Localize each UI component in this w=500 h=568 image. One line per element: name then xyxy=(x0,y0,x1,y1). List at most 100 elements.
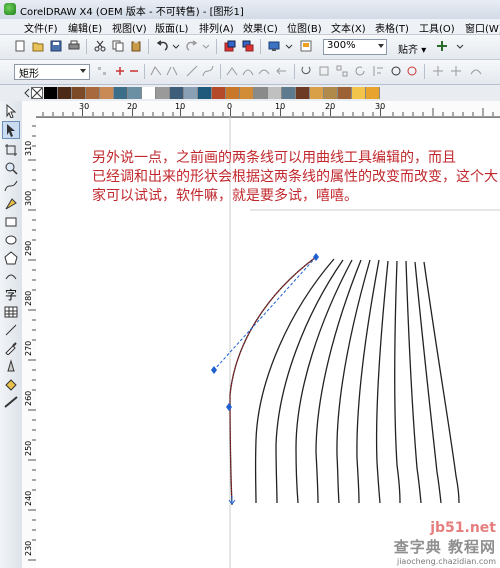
stretch-nodes-icon[interactable] xyxy=(336,65,348,77)
dimension-tool-icon[interactable] xyxy=(4,323,18,337)
new-icon[interactable] xyxy=(14,40,26,52)
open-icon[interactable] xyxy=(32,40,44,52)
color-swatch[interactable] xyxy=(184,87,198,99)
color-swatch[interactable] xyxy=(226,87,240,99)
extract-subpath-icon[interactable] xyxy=(318,65,330,77)
close-curve-icon[interactable] xyxy=(390,65,402,77)
paste-icon[interactable] xyxy=(130,40,142,52)
export-icon[interactable] xyxy=(242,40,254,52)
shape-type-dropdown[interactable]: 矩形 xyxy=(14,64,90,80)
freehand-tool-icon[interactable] xyxy=(4,179,18,193)
no-color-swatch[interactable] xyxy=(31,87,43,99)
outline-tool-icon[interactable] xyxy=(4,359,18,373)
color-swatch[interactable] xyxy=(212,87,226,99)
select-all-icon[interactable] xyxy=(450,65,462,77)
eyedropper-tool-icon[interactable] xyxy=(4,341,18,355)
color-swatch[interactable] xyxy=(86,87,100,99)
drawing-canvas[interactable]: 另外说一点，之前画的两条线可以用曲线工具编辑的，而且 已经调和出来的形状会根据这… xyxy=(36,117,500,568)
pick-tool-icon[interactable] xyxy=(4,104,18,118)
menu-bitmaps[interactable]: 位图(B) xyxy=(287,20,322,35)
color-swatch[interactable] xyxy=(44,87,58,99)
chevron-down-icon[interactable] xyxy=(283,40,295,52)
color-swatch[interactable] xyxy=(58,87,72,99)
elastic-mode-icon[interactable] xyxy=(432,65,444,77)
chevron-down-icon[interactable] xyxy=(454,40,466,52)
snap-to-button[interactable]: 贴齐 ▾ xyxy=(398,41,426,56)
fill-tool-icon[interactable] xyxy=(4,377,18,391)
rotate-nodes-icon[interactable] xyxy=(354,65,366,77)
delete-node-icon[interactable] xyxy=(128,65,140,77)
smart-fill-tool-icon[interactable] xyxy=(4,197,18,211)
color-swatch[interactable] xyxy=(338,87,352,99)
color-swatch[interactable] xyxy=(296,87,310,99)
palette-scroll-left-icon[interactable] xyxy=(24,88,30,98)
color-swatch[interactable] xyxy=(268,87,282,99)
color-swatch[interactable] xyxy=(240,87,254,99)
menu-window[interactable]: 窗口(W) xyxy=(465,20,500,35)
color-swatch[interactable] xyxy=(254,87,268,99)
color-swatch[interactable] xyxy=(324,87,338,99)
color-swatch[interactable] xyxy=(142,87,156,99)
crop-tool-icon[interactable] xyxy=(4,143,18,157)
color-swatch[interactable] xyxy=(282,87,296,99)
undo-icon[interactable] xyxy=(156,40,168,52)
shape-tool-button[interactable] xyxy=(2,121,20,139)
menu-table[interactable]: 表格(T) xyxy=(375,20,409,35)
smooth-node-icon[interactable] xyxy=(242,65,254,77)
color-swatch[interactable] xyxy=(310,87,324,99)
color-swatch[interactable] xyxy=(128,87,142,99)
ruler-origin[interactable] xyxy=(22,101,36,117)
select-all-nodes-icon[interactable] xyxy=(96,65,108,77)
align-nodes-icon[interactable] xyxy=(372,65,384,77)
options-icon[interactable] xyxy=(436,40,448,52)
convert-to-line-icon[interactable] xyxy=(186,65,198,77)
auto-close-icon[interactable] xyxy=(406,65,418,77)
polygon-tool-icon[interactable] xyxy=(4,251,18,265)
symmetrical-node-icon[interactable] xyxy=(258,65,270,77)
color-swatch[interactable] xyxy=(72,87,86,99)
convert-to-curve-icon[interactable] xyxy=(202,65,214,77)
application-launcher-icon[interactable] xyxy=(268,40,280,52)
menu-view[interactable]: 视图(V) xyxy=(112,20,147,35)
color-swatch[interactable] xyxy=(366,87,380,99)
curve-smoothness-icon[interactable] xyxy=(470,65,482,77)
color-swatch[interactable] xyxy=(170,87,184,99)
table-tool-icon[interactable] xyxy=(4,305,18,319)
color-swatch[interactable] xyxy=(100,87,114,99)
chevron-down-icon xyxy=(80,69,86,73)
menu-layout[interactable]: 版面(L) xyxy=(155,20,188,35)
rectangle-tool-icon[interactable] xyxy=(4,215,18,229)
menu-edit[interactable]: 编辑(E) xyxy=(68,20,102,35)
text-tool-icon[interactable]: 字 xyxy=(4,287,18,301)
menu-tools[interactable]: 工具(O) xyxy=(419,20,455,35)
ellipse-tool-icon[interactable] xyxy=(4,233,18,247)
print-icon[interactable] xyxy=(68,40,80,52)
menu-text[interactable]: 文本(X) xyxy=(331,20,366,35)
welcome-screen-icon[interactable] xyxy=(300,40,312,52)
import-icon[interactable] xyxy=(224,40,236,52)
join-nodes-icon[interactable] xyxy=(150,65,162,77)
add-node-icon[interactable] xyxy=(114,65,126,77)
chevron-down-icon[interactable] xyxy=(170,40,182,52)
zoom-level-dropdown[interactable]: 300% xyxy=(323,39,387,55)
color-swatch[interactable] xyxy=(352,87,366,99)
redo-icon[interactable] xyxy=(186,40,198,52)
save-icon[interactable] xyxy=(50,40,62,52)
color-swatch[interactable] xyxy=(156,87,170,99)
cut-icon[interactable] xyxy=(94,40,106,52)
color-swatch[interactable] xyxy=(198,87,212,99)
copy-icon[interactable] xyxy=(112,40,124,52)
cusp-node-icon[interactable] xyxy=(226,65,238,77)
break-curve-icon[interactable] xyxy=(166,65,178,77)
menu-arrange[interactable]: 排列(A) xyxy=(199,20,234,35)
extend-curve-icon[interactable] xyxy=(300,65,312,77)
blend-curve xyxy=(414,261,442,504)
menu-effects[interactable]: 效果(C) xyxy=(243,20,278,35)
chevron-down-icon[interactable] xyxy=(200,40,212,52)
reverse-direction-icon[interactable] xyxy=(276,65,288,77)
basic-shapes-tool-icon[interactable] xyxy=(4,269,18,283)
zoom-tool-icon[interactable] xyxy=(4,161,18,175)
menu-file[interactable]: 文件(F) xyxy=(24,20,58,35)
color-swatch[interactable] xyxy=(114,87,128,99)
interactive-fill-tool-icon[interactable] xyxy=(4,395,18,409)
